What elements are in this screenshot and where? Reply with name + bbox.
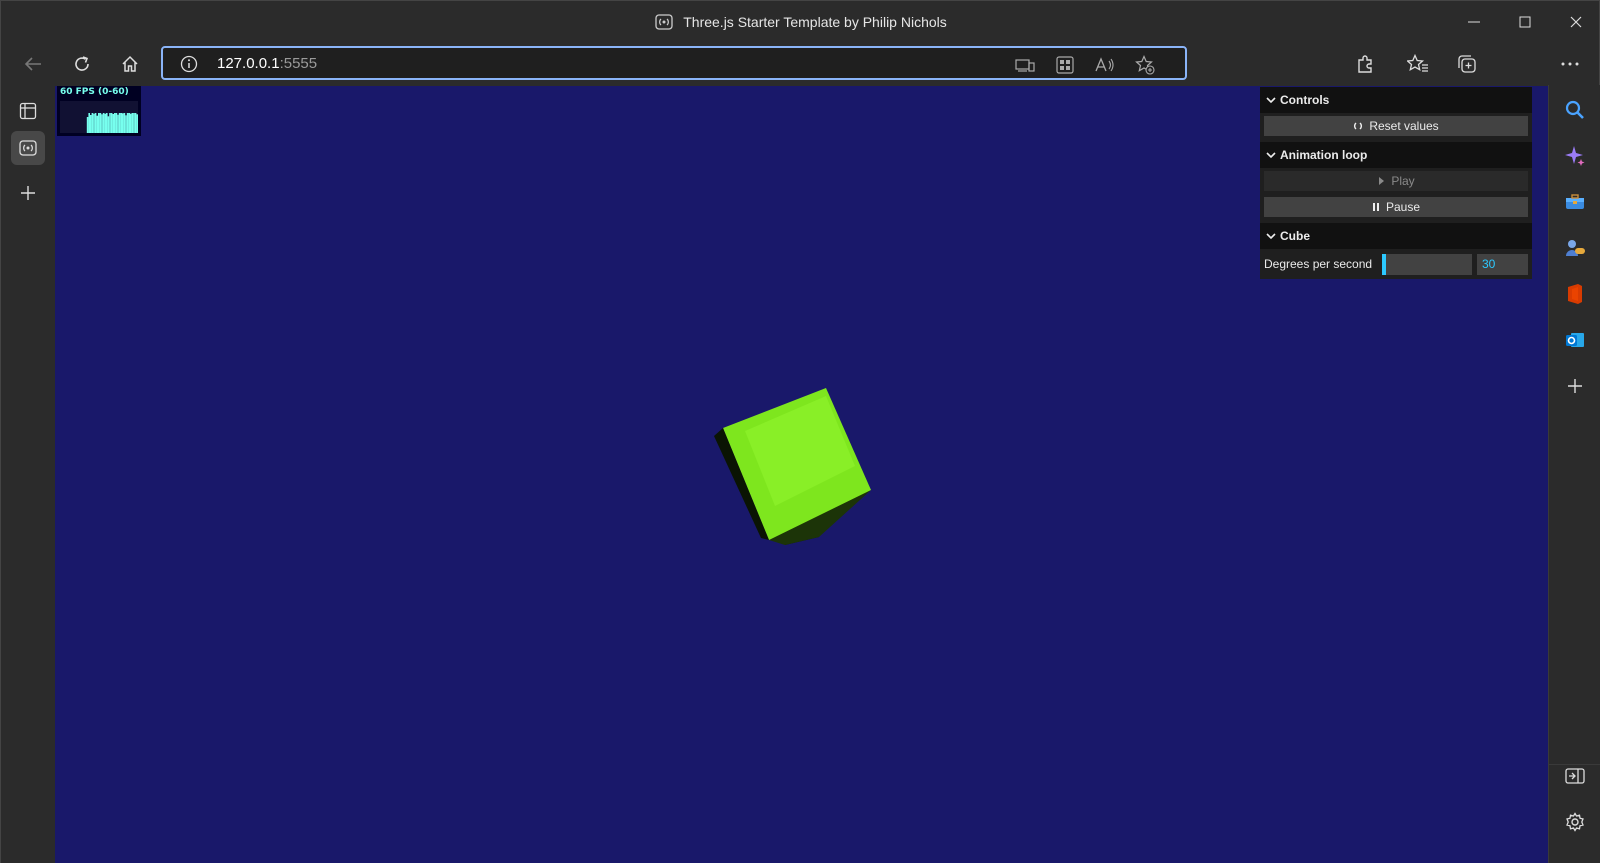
games-button[interactable] xyxy=(1558,231,1592,265)
play-icon xyxy=(1379,177,1385,185)
degrees-label: Degrees per second xyxy=(1264,257,1373,271)
address-bar[interactable]: 127.0.0.1:5555 xyxy=(161,46,1187,80)
site-info-icon[interactable] xyxy=(179,54,199,74)
office-icon xyxy=(1568,284,1582,304)
slider-fill xyxy=(1382,253,1386,275)
minimize-button[interactable] xyxy=(1448,1,1499,43)
tab-actions-button[interactable] xyxy=(11,94,45,128)
copilot-button[interactable] xyxy=(1558,139,1592,173)
search-button[interactable] xyxy=(1558,93,1592,127)
browser-toolbar: 127.0.0.1:5555 xyxy=(1,43,1600,85)
controls-title: Controls xyxy=(1280,93,1330,107)
extensions-icon xyxy=(1358,55,1372,73)
chevron-down-icon xyxy=(1266,97,1276,104)
sidebar-settings-button[interactable] xyxy=(1558,805,1592,839)
home-button[interactable] xyxy=(113,47,147,81)
back-icon xyxy=(24,57,41,71)
chevron-down-icon xyxy=(1266,152,1276,159)
window-controls xyxy=(1448,1,1600,43)
window-title: Three.js Starter Template by Philip Nich… xyxy=(655,13,947,31)
cube-title: Cube xyxy=(1280,229,1310,243)
outlook-button[interactable] xyxy=(1558,323,1592,357)
new-tab-button[interactable] xyxy=(11,176,45,210)
cube xyxy=(714,388,871,545)
play-label: Play xyxy=(1391,174,1415,188)
read-aloud-icon[interactable] xyxy=(1093,53,1117,77)
animation-folder-title[interactable]: Animation loop xyxy=(1260,142,1532,168)
more-icon xyxy=(1561,62,1579,66)
controls-panel: Controls Reset values Animation loop Pla… xyxy=(1260,87,1532,279)
collections-button[interactable] xyxy=(1450,47,1484,81)
refresh-button[interactable] xyxy=(65,47,99,81)
outlook-icon xyxy=(1566,333,1584,347)
vertical-tab-bar xyxy=(1,85,55,863)
reset-values-label: Reset values xyxy=(1369,119,1439,133)
hide-sidebar-icon xyxy=(1565,768,1585,784)
pause-icon xyxy=(1372,203,1379,211)
browser-window: Three.js Starter Template by Philip Nich… xyxy=(0,0,1600,863)
more-button[interactable] xyxy=(1553,47,1587,81)
pause-button[interactable]: Pause xyxy=(1264,197,1528,217)
add-favorite-icon[interactable] xyxy=(1133,53,1157,77)
extensions-button[interactable] xyxy=(1348,47,1382,81)
reset-values-button[interactable]: Reset values xyxy=(1264,116,1528,136)
plus-icon xyxy=(1568,379,1582,393)
sparkle-icon xyxy=(1565,146,1585,166)
tab-actions-icon xyxy=(19,102,37,120)
broadcast-icon xyxy=(19,140,37,156)
minimize-icon xyxy=(1467,21,1480,23)
window-title-text: Three.js Starter Template by Philip Nich… xyxy=(683,14,947,30)
chevron-down-icon xyxy=(1266,233,1276,240)
cube-folder-title[interactable]: Cube xyxy=(1260,223,1532,249)
maximize-button[interactable] xyxy=(1499,1,1550,43)
tools-button[interactable] xyxy=(1558,185,1592,219)
url-text: 127.0.0.1:5555 xyxy=(217,55,317,72)
close-icon xyxy=(1570,16,1581,28)
url-port: :5555 xyxy=(279,55,318,72)
pause-label: Pause xyxy=(1385,200,1421,214)
add-sidebar-app-button[interactable] xyxy=(1558,369,1592,403)
favorites-button[interactable] xyxy=(1401,47,1435,81)
reset-icon xyxy=(1354,122,1363,130)
play-row: Play xyxy=(1260,168,1532,194)
hide-sidebar-button[interactable] xyxy=(1558,759,1592,793)
degrees-slider[interactable] xyxy=(1382,253,1472,275)
home-icon xyxy=(122,55,138,72)
reset-row: Reset values xyxy=(1260,113,1532,139)
app-grid-icon[interactable] xyxy=(1053,53,1077,77)
search-icon xyxy=(1565,100,1584,119)
plus-icon xyxy=(21,186,35,200)
animation-title: Animation loop xyxy=(1280,148,1368,162)
refresh-icon xyxy=(75,56,89,71)
toolbox-icon xyxy=(1566,194,1584,209)
maximize-icon xyxy=(1519,16,1530,28)
pause-row: Pause xyxy=(1260,194,1532,220)
degrees-input[interactable]: 30 xyxy=(1477,253,1528,275)
title-bar: Three.js Starter Template by Philip Nich… xyxy=(1,1,1600,43)
games-icon xyxy=(1566,240,1585,256)
office-button[interactable] xyxy=(1558,277,1592,311)
devices-icon[interactable] xyxy=(1013,53,1037,77)
edge-sidebar xyxy=(1548,85,1600,863)
url-host: 127.0.0.1 xyxy=(217,55,280,72)
play-button[interactable]: Play xyxy=(1264,171,1528,191)
gear-icon xyxy=(1566,812,1584,832)
collections-icon xyxy=(1458,55,1476,73)
back-button[interactable] xyxy=(16,47,50,81)
favorites-icon xyxy=(1407,54,1428,72)
controls-folder-title[interactable]: Controls xyxy=(1260,87,1532,113)
degrees-row: Degrees per second 30 xyxy=(1260,249,1532,279)
close-button[interactable] xyxy=(1550,1,1600,43)
tab-current[interactable] xyxy=(11,131,45,165)
broadcast-icon xyxy=(655,13,673,31)
